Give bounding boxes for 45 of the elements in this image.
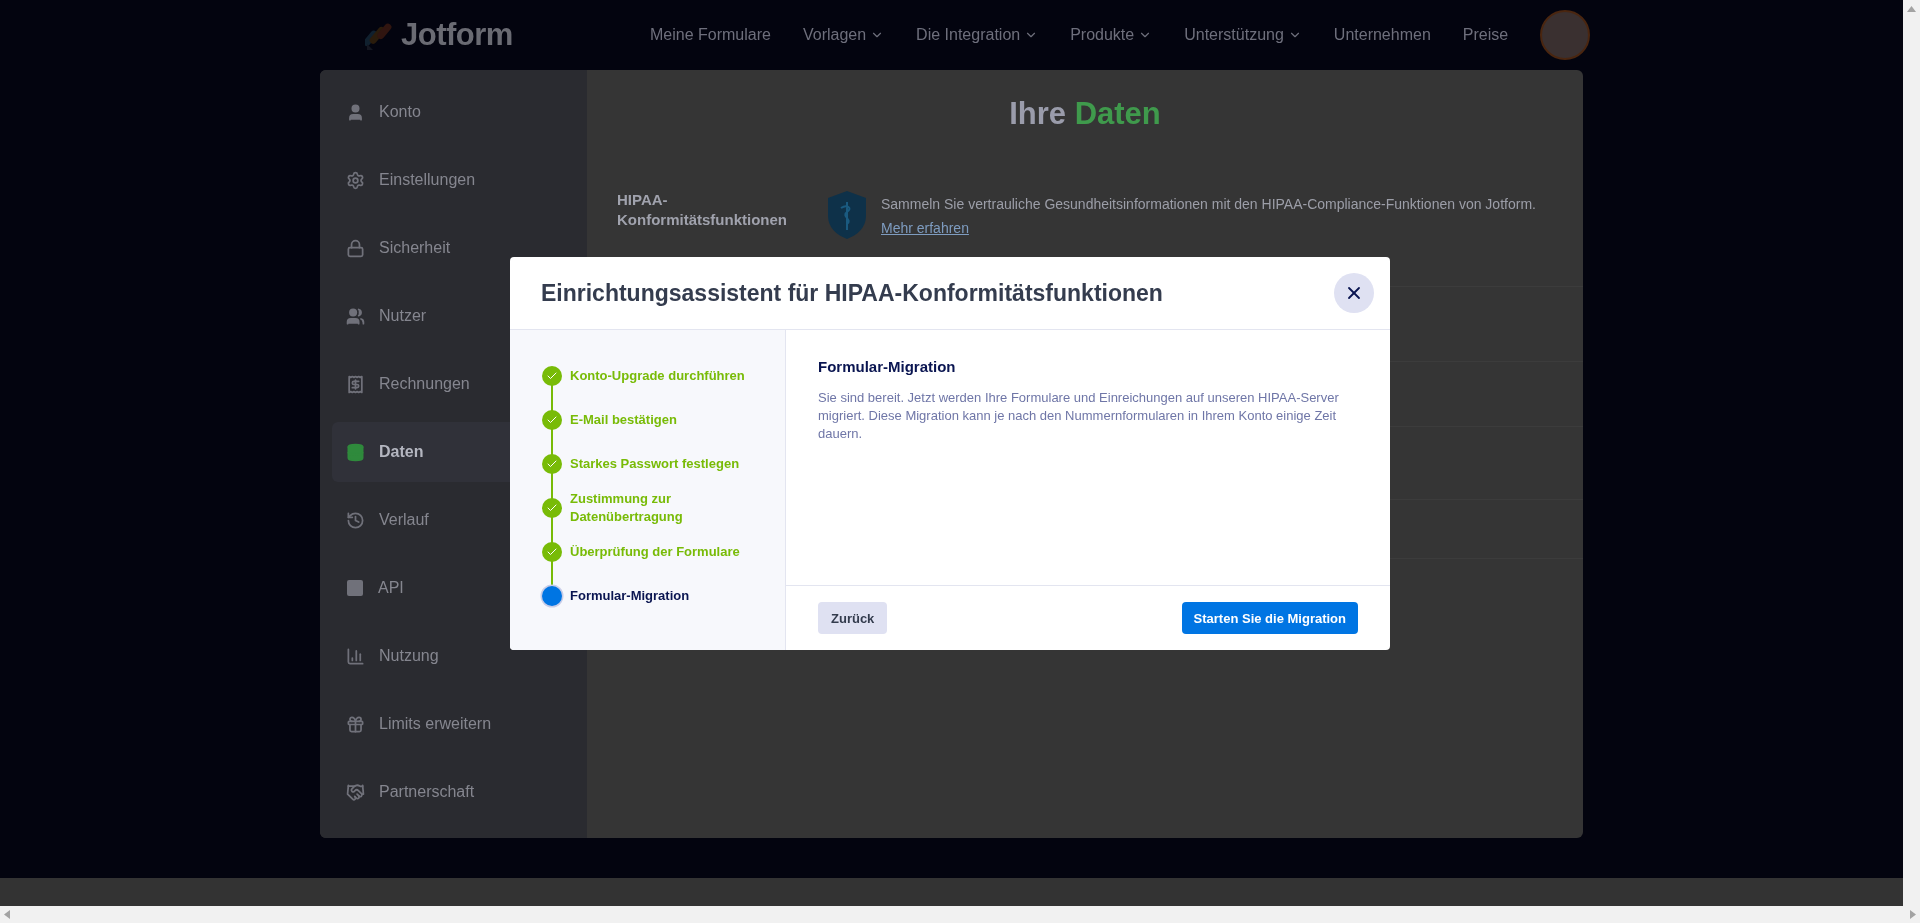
scroll-up-icon[interactable] [1907,6,1916,12]
nav-link[interactable]: Unterstützung [1184,26,1302,44]
nav-link[interactable]: Die Integration [916,26,1039,44]
nav-link[interactable]: Preise [1462,26,1509,44]
page-title: Ihre Daten [1008,96,1162,132]
chart-icon [346,646,365,666]
lock-icon [346,238,365,258]
receipt-icon [346,374,365,394]
users-icon [346,306,365,326]
shield-icon [827,190,867,240]
scroll-left-icon[interactable] [4,910,10,919]
step-label: Überprüfung der Formulare [570,543,741,561]
step-description: Sie sind bereit. Jetzt werden Ihre Formulare und Einreichungen auf unseren HIPAA-Server migriert. Diese Migration kann je nach den Nummernformularen in Ihrem Konto einige Zeit dauern. [818,389,1340,443]
user-icon [346,102,365,122]
history-icon [346,510,365,530]
database-icon [346,442,365,462]
sidebar-item[interactable]: Limits erweitern [332,694,587,754]
sidebar-item[interactable]: Konto [332,82,587,142]
scroll-right-icon[interactable] [1910,910,1916,919]
gear-icon [346,170,365,190]
logo-icon [365,20,393,50]
nav-link[interactable]: Vorlagen [802,26,885,44]
nav-link[interactable]: Meine Formulare [650,26,771,44]
gift-icon [346,714,365,734]
nav-link[interactable]: Unternehmen [1333,26,1431,44]
step-label: Formular-Migration [570,587,691,605]
sidebar-item[interactable]: Einstellungen [332,150,587,210]
dialog-title: Einrichtungsassistent für HIPAA-Konformitätsfunktionen [541,279,1163,307]
close-button[interactable] [1334,273,1374,313]
api-icon [346,579,364,597]
avatar[interactable] [1540,10,1591,60]
step-label: Konto-Upgrade durchführen [570,367,746,385]
section-description: Sammeln Sie vertrauliche Gesundheitsinformationen mit den HIPAA-Compliance-Funktionen von Jotform. [881,196,1536,212]
learn-more-link[interactable]: Mehr erfahren [881,220,969,236]
section-label: HIPAA-Konformitätsfunktionen [617,190,788,230]
nav-link[interactable]: Produkte [1070,26,1153,44]
handshake-icon [346,782,365,802]
step-title: Formular-Migration [818,358,957,375]
sidebar-item[interactable]: Sicherheit [332,218,587,278]
back-button[interactable]: Zurück [818,602,888,634]
sidebar-item[interactable]: Partnerschaft [332,762,587,822]
logo-text[interactable]: Jotform [401,17,513,53]
sidebar-item[interactable]: Nutzung [332,626,587,686]
start-migration-button[interactable]: Starten Sie die Migration [1181,602,1358,634]
step-label: Zustimmung zur Datenübertragung [570,490,684,526]
